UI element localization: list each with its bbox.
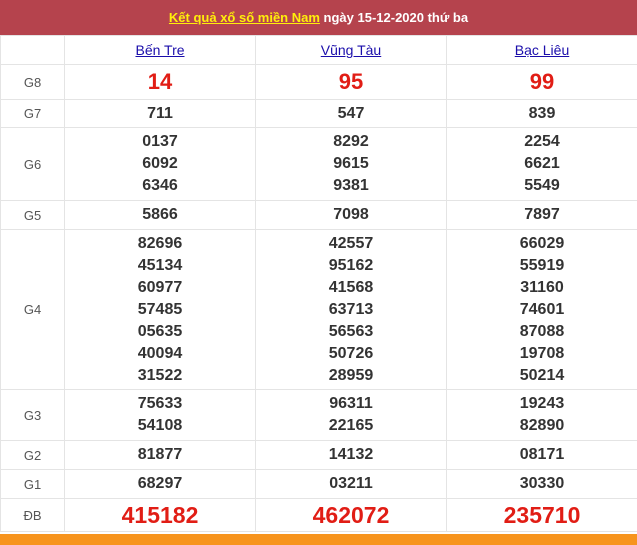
prize-label-g3: G3: [0, 389, 65, 441]
special-prize-value: 462072: [255, 498, 447, 532]
g4-value: 82696: [137, 234, 183, 252]
g3-value: 82890: [519, 417, 565, 434]
g4-value: 50214: [519, 366, 565, 384]
g4-value: 45134: [137, 256, 183, 274]
g4-value: 60977: [137, 278, 183, 296]
g5-value: 7897: [446, 200, 637, 230]
prize-row-g2: G2 81877 14132 08171: [0, 440, 637, 470]
g6-value: 6621: [524, 155, 560, 172]
g6-value: 6092: [142, 155, 178, 172]
g6-cell: 8292 9615 9381: [255, 127, 447, 201]
g4-value: 66029: [519, 234, 565, 252]
g5-value: 5866: [64, 200, 256, 230]
results-header: Kết quả xổ số miền Nam ngày 15-12-2020 t…: [0, 0, 637, 35]
special-prize-value: 235710: [446, 498, 637, 532]
prize-row-g6: G6 0137 6092 6346 8292 9615 9381 2254 66…: [0, 127, 637, 201]
g1-value: 68297: [64, 469, 256, 499]
prize-row-g3: G3 75633 54108 96311 22165 19243 82890: [0, 389, 637, 441]
g8-value: 95: [255, 64, 447, 100]
g4-value: 31160: [520, 278, 564, 296]
g4-value: 63713: [328, 300, 374, 318]
g4-value: 55919: [519, 256, 565, 274]
prize-row-g8: G8 14 95 99: [0, 64, 637, 100]
g3-value: 22165: [328, 417, 374, 434]
special-prize-value: 415182: [64, 498, 256, 532]
g6-value: 2254: [524, 133, 560, 150]
province-link-ben-tre[interactable]: Bến Tre: [135, 42, 184, 58]
g7-value: 839: [446, 99, 637, 128]
g4-value: 28959: [328, 366, 374, 384]
prize-label-g4: G4: [0, 229, 65, 390]
g8-value: 99: [446, 64, 637, 100]
g4-value: 87088: [519, 322, 565, 340]
province-header-row: Bến Tre Vũng Tàu Bạc Liêu: [0, 35, 637, 65]
prize-label-g1: G1: [0, 469, 65, 499]
header-corner-cell: [0, 35, 65, 65]
g5-value: 7098: [255, 200, 447, 230]
prize-label-g6: G6: [0, 127, 65, 201]
g2-value: 81877: [64, 440, 256, 470]
g3-value: 96311: [329, 395, 373, 412]
g4-cell: 42557 95162 41568 63713 56563 50726 2895…: [255, 229, 447, 390]
g2-value: 08171: [446, 440, 637, 470]
prize-label-g5: G5: [0, 200, 65, 230]
g4-value: 56563: [328, 322, 374, 340]
prize-row-g4: G4 82696 45134 60977 57485 05635 40094 3…: [0, 229, 637, 390]
g4-value: 31522: [137, 366, 183, 384]
g2-value: 14132: [255, 440, 447, 470]
prize-label-g2: G2: [0, 440, 65, 470]
prize-row-g1: G1 68297 03211 30330: [0, 469, 637, 499]
g4-value: 74601: [519, 300, 565, 318]
footer-bar: [0, 534, 637, 545]
g4-cell: 82696 45134 60977 57485 05635 40094 3152…: [64, 229, 256, 390]
g4-value: 57485: [137, 300, 183, 318]
g3-cell: 96311 22165: [255, 389, 447, 441]
g6-cell: 0137 6092 6346: [64, 127, 256, 201]
results-table: Bến Tre Vũng Tàu Bạc Liêu G8 14 95 99 G7…: [0, 35, 637, 532]
prize-row-special: ĐB 415182 462072 235710: [0, 498, 637, 532]
g6-value: 9381: [333, 177, 369, 194]
g4-cell: 66029 55919 31160 74601 87088 19708 5021…: [446, 229, 637, 390]
g3-cell: 19243 82890: [446, 389, 637, 441]
g7-value: 547: [255, 99, 447, 128]
g4-value: 42557: [328, 234, 374, 252]
g4-value: 05635: [137, 322, 183, 340]
g3-value: 19243: [519, 395, 565, 412]
g3-value: 75633: [137, 395, 183, 412]
g3-cell: 75633 54108: [64, 389, 256, 441]
prize-label-g7: G7: [0, 99, 65, 128]
g1-value: 30330: [446, 469, 637, 499]
g4-value: 19708: [519, 344, 565, 362]
g6-value: 8292: [333, 133, 369, 150]
prize-row-g5: G5 5866 7098 7897: [0, 200, 637, 230]
g4-value: 95162: [328, 256, 374, 274]
g6-cell: 2254 6621 5549: [446, 127, 637, 201]
prize-label-g8: G8: [0, 64, 65, 100]
g6-value: 9615: [333, 155, 369, 172]
province-link-vung-tau[interactable]: Vũng Tàu: [321, 42, 381, 58]
g6-value: 0137: [142, 133, 178, 150]
g4-value: 50726: [328, 344, 374, 362]
prize-label-special: ĐB: [0, 498, 65, 532]
g8-value: 14: [64, 64, 256, 100]
province-link-bac-lieu[interactable]: Bạc Liêu: [515, 42, 569, 58]
g3-value: 54108: [137, 417, 183, 434]
g1-value: 03211: [255, 469, 447, 499]
g4-value: 41568: [328, 278, 374, 296]
results-date: ngày 15-12-2020 thứ ba: [323, 10, 469, 25]
g4-value: 40094: [137, 344, 183, 362]
g6-value: 5549: [524, 177, 560, 194]
g6-value: 6346: [142, 177, 178, 194]
prize-row-g7: G7 711 547 839: [0, 99, 637, 128]
results-title-link[interactable]: Kết quả xổ số miền Nam: [169, 10, 320, 25]
g7-value: 711: [64, 99, 256, 128]
